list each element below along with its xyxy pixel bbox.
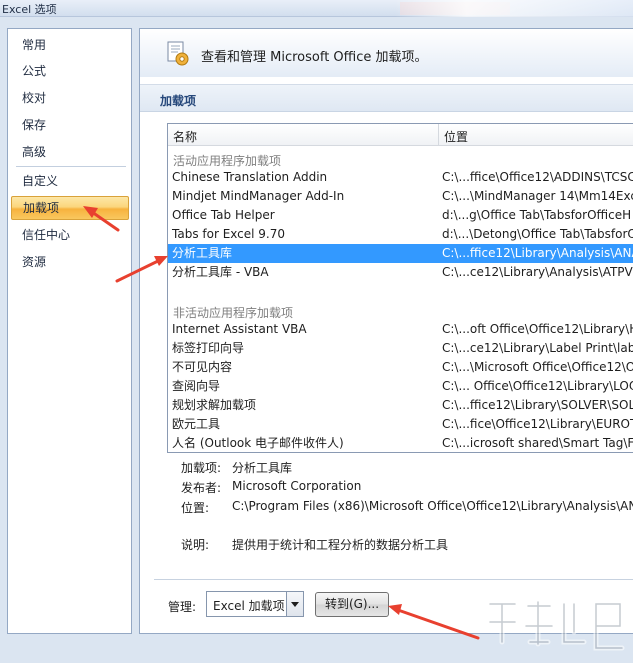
row-location: C:\...icrosoft shared\Smart Tag\FN [442, 436, 633, 450]
sidebar-item-addins[interactable]: 加载项 [11, 196, 129, 220]
column-header-location[interactable]: 位置 [444, 128, 468, 145]
manage-select[interactable]: Excel 加载项 [206, 591, 304, 617]
sidebar-item-trust-center[interactable]: 信任中心 [11, 223, 129, 247]
table-row[interactable]: Mindjet MindManager Add-In C:\...\MindMa… [168, 187, 633, 206]
row-location: C:\...ce12\Library\Label Print\labe [442, 341, 633, 355]
sidebar-divider [16, 166, 126, 167]
table-row-selected[interactable]: 分析工具库 C:\...ffice12\Library\Analysis\ANA [168, 244, 633, 263]
row-location: d:\...g\Office Tab\TabsforOfficeH [442, 208, 632, 222]
column-divider[interactable] [438, 124, 439, 146]
addins-panel: 查看和管理 Microsoft Office 加载项。 加载项 名称 位置 活动… [139, 28, 633, 634]
row-location: C:\...ce12\Library\Analysis\ATPVB [442, 265, 633, 279]
detail-publisher-label: 发布者: [181, 481, 222, 495]
table-row[interactable]: Office Tab Helper d:\...g\Office Tab\Tab… [168, 206, 633, 225]
title-bar: Excel 选项 [0, 0, 633, 17]
window-title: Excel 选项 [2, 3, 57, 16]
sidebar-item-resources[interactable]: 资源 [11, 250, 129, 274]
detail-description-value: 提供用于统计和工程分析的数据分析工具 [232, 538, 449, 552]
section-header: 加载项 [140, 84, 633, 112]
detail-publisher-value: Microsoft Corporation [232, 479, 362, 493]
row-name: 查阅向导 [172, 379, 221, 393]
row-location: C:\...\MindManager 14\Mm14Exc [442, 189, 633, 203]
detail-description-label: 说明: [181, 538, 210, 552]
row-name: 欧元工具 [172, 417, 221, 431]
sidebar: 常用 公式 校对 保存 高级 自定义 加载项 信任中心 资源 [7, 28, 132, 634]
row-name: 规划求解加载项 [172, 398, 257, 412]
row-name: 标签打印向导 [172, 341, 245, 355]
table-row[interactable]: 查阅向导 C:\... Office\Office12\Library\LOO [168, 377, 633, 396]
sidebar-item-save[interactable]: 保存 [11, 113, 129, 137]
row-location: C:\...oft Office\Office12\Library\H [442, 322, 633, 336]
addins-list[interactable]: 名称 位置 活动应用程序加载项 Chinese Translation Addi… [167, 123, 633, 453]
background-glow [395, 0, 633, 17]
table-row[interactable]: Internet Assistant VBA C:\...oft Office\… [168, 320, 633, 339]
detail-addin-value: 分析工具库 [232, 461, 293, 475]
table-row[interactable]: 规划求解加载项 C:\...ffice12\Library\SOLVER\SOL… [168, 396, 633, 415]
row-location: C:\...fice\Office12\Library\EUROTO [442, 417, 633, 431]
footer-divider [154, 579, 633, 580]
manage-label: 管理: [168, 600, 197, 614]
row-name: 分析工具库 [172, 246, 233, 260]
sidebar-item-customize[interactable]: 自定义 [11, 169, 129, 193]
manage-select-value: Excel 加载项 [213, 599, 285, 613]
detail-location-value: C:\Program Files (x86)\Microsoft Office\… [232, 499, 633, 513]
panel-description: 查看和管理 Microsoft Office 加载项。 [201, 50, 428, 65]
row-name: Mindjet MindManager Add-In [172, 189, 345, 203]
sidebar-item-advanced[interactable]: 高级 [11, 140, 129, 164]
group-label-inactive: 非活动应用程序加载项 [173, 306, 294, 320]
sidebar-item-formulas[interactable]: 公式 [11, 59, 129, 83]
detail-addin-label: 加载项: [181, 461, 222, 475]
row-location: C:\...ffice12\Library\Analysis\ANA [442, 246, 633, 260]
column-header-name[interactable]: 名称 [173, 128, 197, 145]
addins-gear-document-icon [167, 41, 189, 66]
group-label-active: 活动应用程序加载项 [173, 154, 282, 168]
list-header: 名称 位置 [168, 124, 633, 146]
sidebar-item-popular[interactable]: 常用 [11, 33, 129, 57]
row-name: Tabs for Excel 9.70 [172, 227, 286, 241]
chevron-down-icon[interactable] [286, 592, 303, 616]
row-name: 不可见内容 [172, 360, 233, 374]
table-row[interactable]: 标签打印向导 C:\...ce12\Library\Label Print\la… [168, 339, 633, 358]
row-name: Chinese Translation Addin [172, 170, 328, 184]
row-location: C:\...ffice12\Library\SOLVER\SOLV [442, 398, 633, 412]
row-location: C:\...\Microsoft Office\Office12\O [442, 360, 633, 374]
row-name: Internet Assistant VBA [172, 322, 307, 336]
section-title: 加载项 [160, 94, 197, 108]
watermark-logo [487, 599, 625, 651]
row-location: C:\... Office\Office12\Library\LOO [442, 379, 633, 393]
row-location: d:\...\Detong\Office Tab\TabsforO [442, 227, 633, 241]
table-row[interactable]: 人名 (Outlook 电子邮件收件人) C:\...icrosoft shar… [168, 434, 633, 452]
table-row[interactable]: 分析工具库 - VBA C:\...ce12\Library\Analysis\… [168, 263, 633, 282]
table-row[interactable]: 欧元工具 C:\...fice\Office12\Library\EUROTO [168, 415, 633, 434]
row-name: Office Tab Helper [172, 208, 275, 222]
panel-header: 查看和管理 Microsoft Office 加载项。 [140, 29, 633, 77]
table-row[interactable]: Chinese Translation Addin C:\...ffice\Of… [168, 168, 633, 187]
row-location: C:\...ffice\Office12\ADDINS\TCSC [442, 170, 633, 184]
go-button[interactable]: 转到(G)... [315, 592, 389, 617]
detail-location-label: 位置: [181, 501, 210, 515]
row-name: 分析工具库 - VBA [172, 265, 269, 279]
table-row[interactable]: 不可见内容 C:\...\Microsoft Office\Office12\O [168, 358, 633, 377]
table-row[interactable]: Tabs for Excel 9.70 d:\...\Detong\Office… [168, 225, 633, 244]
sidebar-item-proofing[interactable]: 校对 [11, 86, 129, 110]
row-name: 人名 (Outlook 电子邮件收件人) [172, 436, 344, 450]
